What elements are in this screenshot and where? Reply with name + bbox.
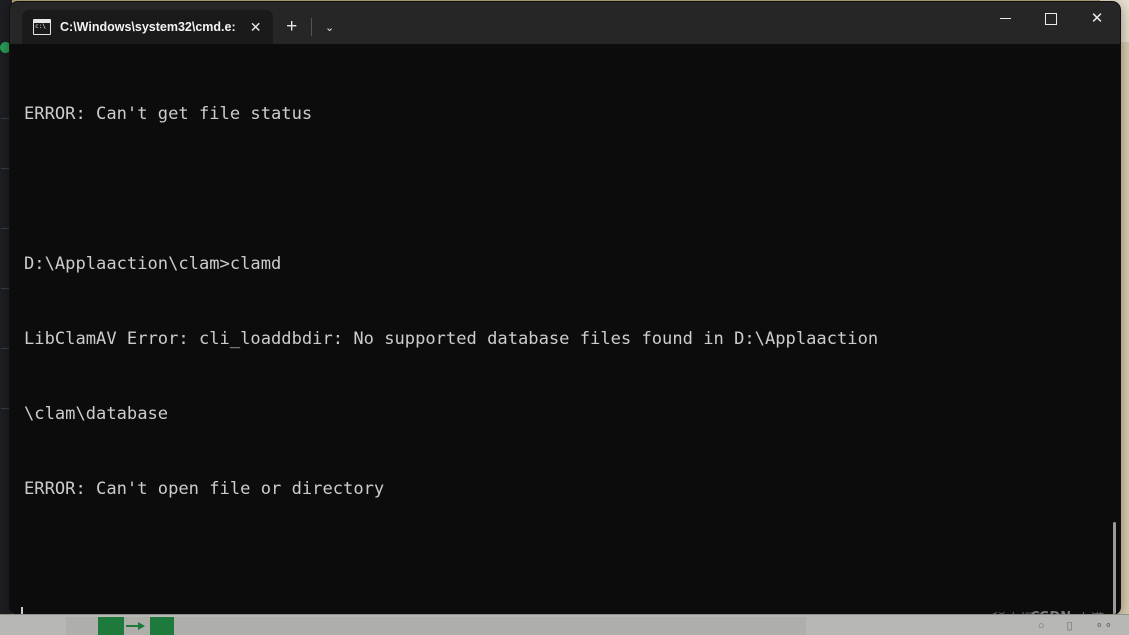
taskbar-tray-icon-1[interactable]: ○ [1038,620,1045,632]
tab-title: C:\Windows\system32\cmd.e: [60,20,236,34]
taskbar-inner [66,617,806,635]
taskbar-green-block-left [98,617,124,635]
titlebar-drag-area[interactable] [348,2,982,44]
new-tab-button[interactable]: + [273,10,311,44]
title-bar[interactable]: C:\Windows\system32\cmd.e: ✕ + ⌄ ✕ [10,2,1120,44]
terminal-line: LibClamAV Error: cli_loaddbdir: No suppo… [24,329,879,349]
terminal-cursor [21,607,23,614]
taskbar-arrow-icon [126,622,146,630]
terminal-scrollbar[interactable] [1113,127,1116,614]
terminal-scrollbar-thumb[interactable] [1113,522,1116,614]
terminal-line: \clam\database [24,404,169,424]
terminal-body[interactable]: ERROR: Can't get file status D:\Applaact… [10,44,1120,614]
terminal-line: ERROR: Can't open file or directory [24,479,385,499]
chevron-down-icon[interactable]: ⌄ [312,10,348,44]
taskbar[interactable]: ○ ▯ ⚬⚬ [0,614,1129,635]
window-controls: ✕ [982,2,1120,44]
taskbar-tray-icon-2[interactable]: ▯ [1067,619,1073,632]
screen-root: 可 双 英 正 自 C:\Windows\system32\cmd.e: ✕ [0,0,1129,635]
cmd-icon [33,19,51,35]
terminal-line: ERROR: Can't get file status [24,104,313,124]
taskbar-green-block-right [150,617,174,635]
taskbar-tray-icon-3[interactable]: ⚬⚬ [1095,619,1113,632]
tab-strip: C:\Windows\system32\cmd.e: ✕ + ⌄ [10,2,348,44]
terminal-line: D:\Applaaction\clam>clamd [24,254,282,274]
minimize-button[interactable] [982,2,1028,35]
taskbar-tray: ○ ▯ ⚬⚬ [1038,615,1113,635]
maximize-button[interactable] [1028,2,1074,35]
terminal-output: ERROR: Can't get file status D:\Applaact… [14,52,1120,614]
close-window-button[interactable]: ✕ [1074,2,1120,35]
close-tab-icon[interactable]: ✕ [245,16,267,38]
terminal-window: C:\Windows\system32\cmd.e: ✕ + ⌄ ✕ ERROR… [10,2,1120,614]
tab-cmd[interactable]: C:\Windows\system32\cmd.e: ✕ [22,10,273,44]
